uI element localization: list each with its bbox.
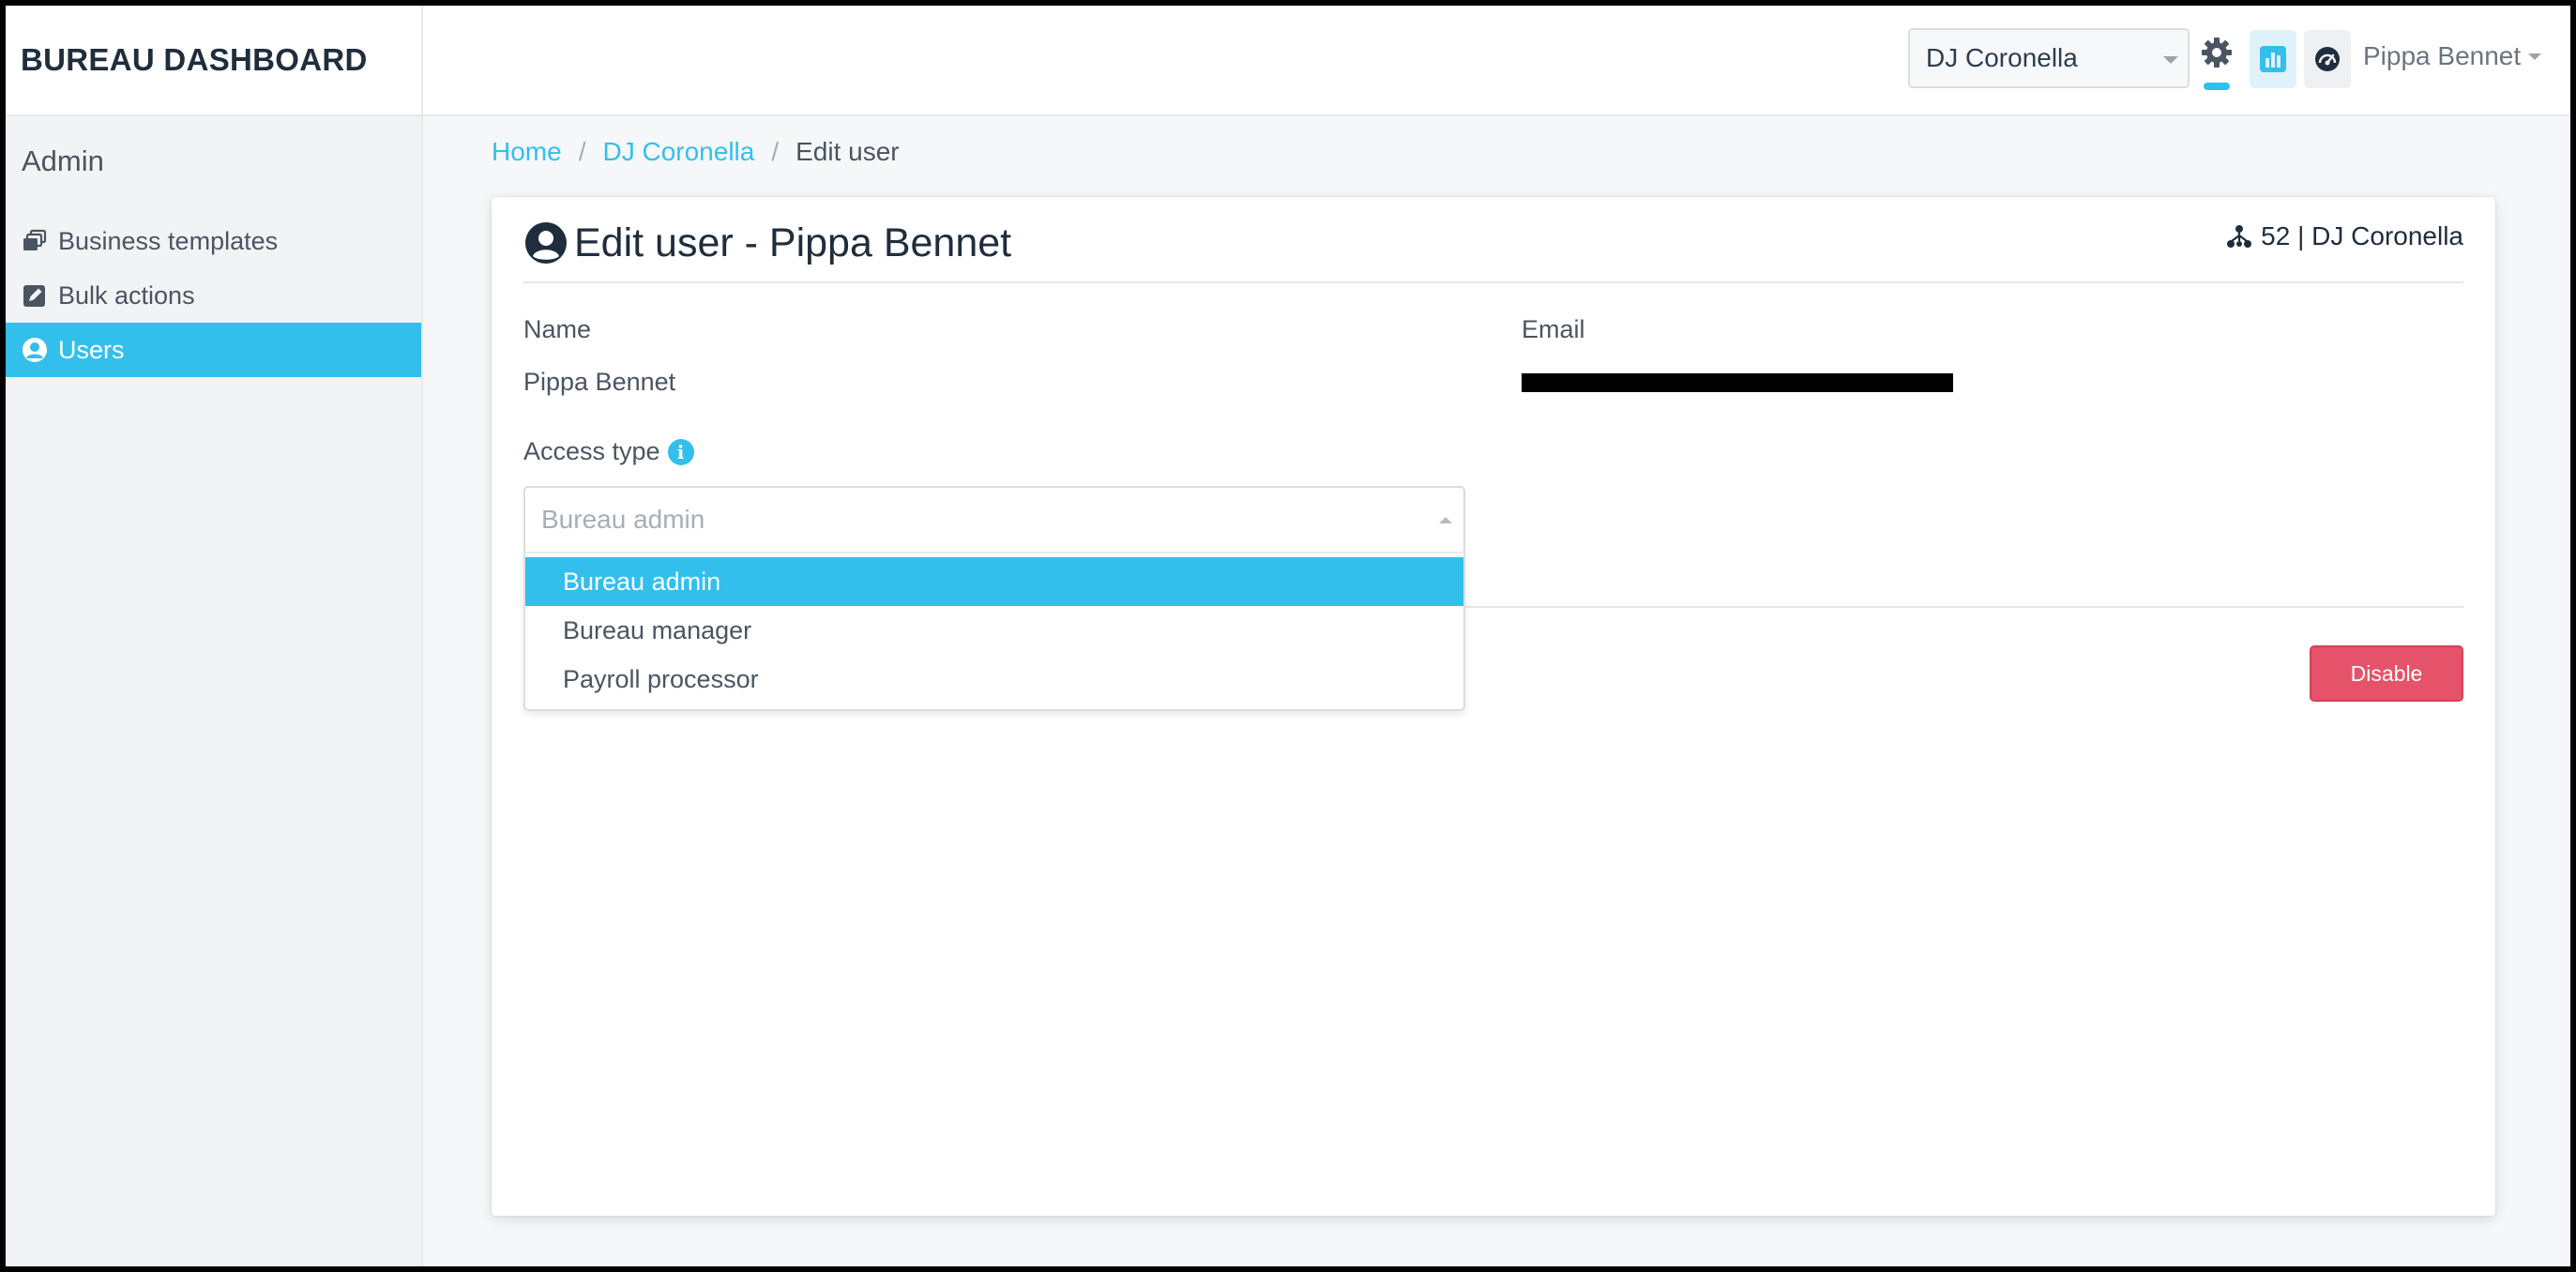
email-value-redacted [1522, 373, 1953, 392]
bar-chart-icon [2260, 46, 2286, 72]
client-select[interactable]: DJ Coronella [1908, 28, 2190, 88]
user-circle-icon [525, 222, 567, 264]
breadcrumb-current: Edit user [796, 137, 900, 166]
reports-button[interactable] [2250, 30, 2296, 88]
breadcrumb-separator: / [771, 137, 780, 166]
sidebar-item-users[interactable]: Users [6, 323, 421, 377]
name-value: Pippa Bennet [523, 368, 676, 396]
access-type-label-text: Access type [523, 437, 660, 465]
breadcrumb-separator: / [578, 137, 586, 166]
edit-user-card: Edit user - Pippa Bennet 52 | DJ Coronel… [492, 197, 2495, 1216]
sidebar-item-label: Business templates [58, 226, 279, 255]
brand-title: BUREAU DASHBOARD [6, 6, 421, 116]
sidebar-section-admin: Admin [22, 144, 104, 177]
breadcrumb-client-link[interactable]: DJ Coronella [602, 137, 754, 167]
templates-icon [21, 227, 49, 255]
client-meta-text: 52 | DJ Coronella [2261, 221, 2463, 250]
dashboard-button[interactable] [2304, 30, 2351, 88]
name-label: Name [523, 315, 592, 343]
access-option-payroll-processor[interactable]: Payroll processor [525, 655, 1463, 704]
client-select-value: DJ Coronella [1926, 43, 2078, 72]
info-icon[interactable]: i [667, 438, 694, 465]
sidebar-item-business-templates[interactable]: Business templates [6, 214, 421, 268]
active-indicator [2204, 83, 2230, 90]
user-icon [21, 336, 49, 364]
chevron-up-icon [1439, 517, 1452, 523]
sidebar-item-label: Users [58, 335, 125, 364]
access-type-select-placeholder: Bureau admin [541, 505, 705, 534]
breadcrumb: Home / DJ Coronella / Edit user [492, 137, 900, 167]
settings-button[interactable] [2198, 34, 2235, 90]
gear-icon [2202, 38, 2232, 68]
sidebar-item-label: Bulk actions [58, 280, 195, 310]
chevron-down-icon [2163, 56, 2178, 64]
page-title-text: Edit user - Pippa Bennet [574, 220, 1012, 265]
email-label: Email [1522, 315, 1585, 343]
gauge-icon [2315, 47, 2340, 71]
app-window: BUREAU DASHBOARD Admin Business template… [6, 6, 2570, 1266]
access-option-bureau-admin[interactable]: Bureau admin [525, 557, 1463, 606]
access-type-dropdown: Bureau admin Bureau manager Payroll proc… [523, 553, 1465, 711]
access-type-select[interactable]: Bureau admin [523, 486, 1465, 553]
breadcrumb-home-link[interactable]: Home [492, 137, 562, 167]
title-divider [523, 281, 2463, 283]
user-menu-name: Pippa Bennet [2363, 41, 2522, 70]
user-menu[interactable]: Pippa Bennet [2363, 41, 2542, 71]
chevron-down-icon [2528, 53, 2542, 60]
page-title: Edit user - Pippa Bennet [523, 216, 1011, 270]
client-meta: 52 | DJ Coronella [2225, 221, 2463, 251]
disable-button[interactable]: Disable [2310, 645, 2463, 702]
topbar: DJ Coronella Pippa Bennet [423, 6, 2570, 116]
sidebar-item-bulk-actions[interactable]: Bulk actions [6, 268, 421, 323]
org-structure-icon [2227, 225, 2252, 248]
sidebar: BUREAU DASHBOARD Admin Business template… [6, 6, 423, 1266]
edit-icon [21, 281, 49, 310]
access-option-bureau-manager[interactable]: Bureau manager [525, 606, 1463, 655]
access-type-label: Access type i [523, 437, 694, 466]
